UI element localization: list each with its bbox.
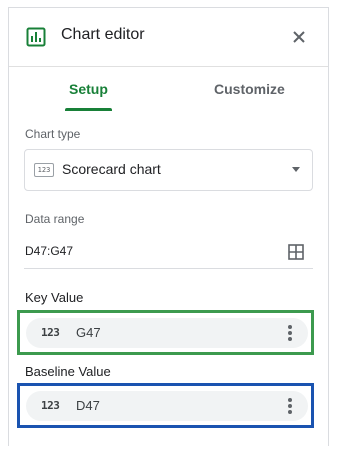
number-format-icon: 123 xyxy=(41,326,60,339)
editor-tabs: Setup Customize xyxy=(9,67,328,113)
key-value-chip[interactable]: 123 G47 xyxy=(26,318,308,348)
scorecard-chart-icon: 123 xyxy=(34,163,54,177)
baseline-value-chip[interactable]: 123 D47 xyxy=(26,391,308,421)
key-value-highlight: 123 G47 xyxy=(17,310,314,355)
data-range-underline xyxy=(24,268,313,269)
key-value-title: Key Value xyxy=(25,290,84,305)
data-range-label: Data range xyxy=(25,212,85,226)
number-format-icon: 123 xyxy=(41,399,60,412)
active-tab-indicator xyxy=(65,108,112,111)
chart-editor-panel: Chart editor Setup Customize Chart type … xyxy=(8,7,329,446)
data-range-input[interactable]: D47:G47 xyxy=(25,244,73,258)
editor-header: Chart editor xyxy=(9,8,328,67)
baseline-value-title: Baseline Value xyxy=(25,364,111,379)
baseline-value-highlight: 123 D47 xyxy=(17,383,314,428)
more-vert-icon[interactable] xyxy=(288,325,292,341)
tab-setup[interactable]: Setup xyxy=(69,81,108,97)
chart-type-dropdown[interactable]: 123 Scorecard chart xyxy=(24,149,313,191)
baseline-value-range: D47 xyxy=(76,398,100,413)
more-vert-icon[interactable] xyxy=(288,398,292,414)
editor-title: Chart editor xyxy=(61,26,145,43)
tab-customize[interactable]: Customize xyxy=(214,81,285,97)
chevron-down-icon xyxy=(292,167,300,172)
chart-type-label: Chart type xyxy=(25,127,81,141)
chart-type-value: Scorecard chart xyxy=(62,161,161,177)
chart-icon xyxy=(26,27,46,47)
close-icon[interactable] xyxy=(291,29,307,45)
key-value-range: G47 xyxy=(76,325,101,340)
grid-select-icon[interactable] xyxy=(288,244,304,260)
